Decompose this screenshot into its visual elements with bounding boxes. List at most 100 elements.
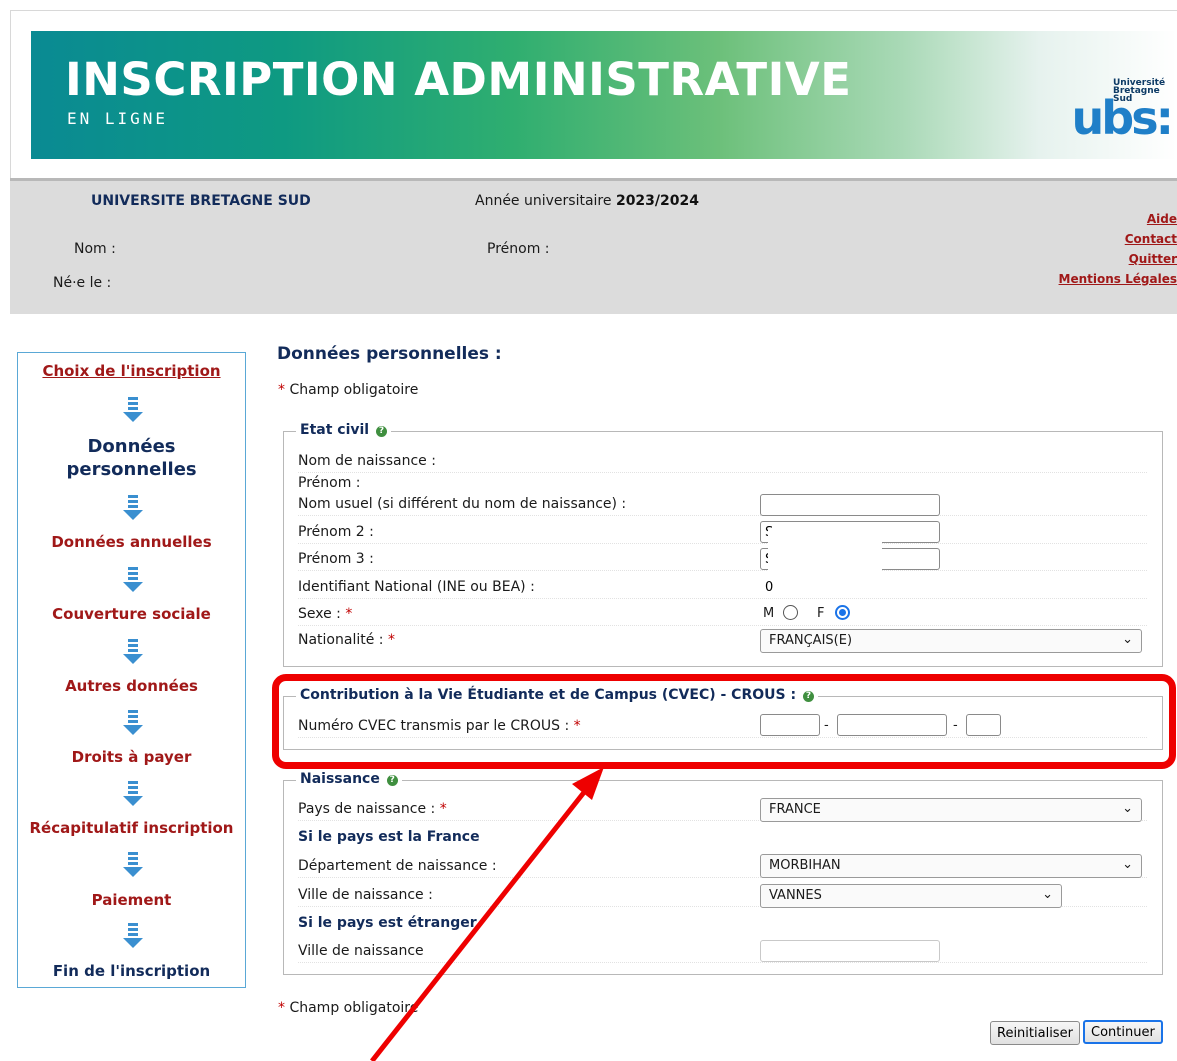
sexe-label: Sexe : * xyxy=(298,606,352,622)
link-quitter[interactable]: Quitter xyxy=(1059,249,1177,269)
university-name: UNIVERSITE BRETAGNE SUD xyxy=(91,193,311,209)
step-donnees-personnelles: Données personnelles xyxy=(18,435,245,481)
prenom-field-label: Prénom : xyxy=(298,475,361,491)
link-mentions-legales[interactable]: Mentions Légales xyxy=(1059,269,1177,289)
nationalite-select[interactable]: FRANÇAIS(E) ⌄ xyxy=(760,629,1142,653)
ville-etranger-input[interactable] xyxy=(760,940,940,962)
top-rule xyxy=(10,10,1177,11)
step-fin-inscription: Fin de l'inscription xyxy=(52,962,211,980)
nom-label: Nom : xyxy=(74,241,116,257)
steps-nav: Choix de l'inscription Données personnel… xyxy=(17,352,246,988)
ine-label: Identifiant National (INE ou BEA) : xyxy=(298,579,535,595)
chevron-down-icon: ⌄ xyxy=(1122,632,1133,647)
pays-select[interactable]: FRANCE ⌄ xyxy=(760,798,1142,822)
required-asterisk: * xyxy=(278,1000,285,1016)
row-ine: Identifiant National (INE ou BEA) : xyxy=(298,579,1147,599)
sexe-m-label: M xyxy=(763,606,775,621)
link-contact[interactable]: Contact xyxy=(1059,229,1177,249)
sexe-f-radio[interactable] xyxy=(835,605,850,620)
ine-input[interactable] xyxy=(760,576,870,598)
university-logo: Université Bretagne Sud ubs: xyxy=(1031,77,1174,147)
row-prenom: Prénom : xyxy=(298,475,1147,495)
row-nom-naissance: Nom de naissance : xyxy=(298,453,1147,473)
departement-value: MORBIHAN xyxy=(769,858,841,873)
step-donnees-annuelles: Données annuelles xyxy=(51,533,212,551)
prenom3-label: Prénom 3 : xyxy=(298,551,374,567)
ville-label: Ville de naissance : xyxy=(298,887,433,903)
down-arrow-icon xyxy=(123,639,143,664)
academic-year: Année universitaire 2023/2024 xyxy=(475,193,699,209)
step-paiement: Paiement xyxy=(91,891,172,909)
birthdate-label: Né·e le : xyxy=(53,275,112,291)
step-recapitulatif: Récapitulatif inscription xyxy=(29,819,234,837)
header-links: Aide Contact Quitter Mentions Légales xyxy=(1059,209,1177,289)
required-asterisk: * xyxy=(387,632,395,648)
row-prenom2: Prénom 2 : xyxy=(298,524,1147,544)
ville-select[interactable]: VANNES ⌄ xyxy=(760,884,1062,908)
row-nom-usuel: Nom usuel (si différent du nom de naissa… xyxy=(298,496,1147,516)
etat-civil-legend-text: Etat civil xyxy=(300,422,370,438)
ville-value: VANNES xyxy=(769,888,822,903)
step-autres-donnees: Autres données xyxy=(65,677,198,695)
row-ville-etranger: Ville de naissance xyxy=(298,943,1147,963)
si-etranger-heading: Si le pays est étranger xyxy=(298,915,477,931)
step-droits-a-payer: Droits à payer xyxy=(71,748,192,766)
annotation-highlight-box xyxy=(272,674,1176,769)
continue-button[interactable]: Continuer xyxy=(1083,1020,1163,1044)
banner-title: INSCRIPTION ADMINISTRATIVE xyxy=(65,53,852,106)
chevron-down-icon: ⌄ xyxy=(1122,801,1133,816)
step-couverture-sociale: Couverture sociale xyxy=(52,605,211,623)
down-arrow-icon xyxy=(123,710,143,735)
down-arrow-icon xyxy=(123,781,143,806)
required-asterisk: * xyxy=(345,606,353,622)
banner-subtitle: EN LIGNE xyxy=(67,109,169,128)
down-arrow-icon xyxy=(123,923,143,948)
nom-usuel-label: Nom usuel (si différent du nom de naissa… xyxy=(298,496,627,512)
help-icon[interactable]: ? xyxy=(375,426,387,437)
down-arrow-icon xyxy=(123,397,143,422)
nationalite-label-text: Nationalité : xyxy=(298,632,384,648)
page-title: Données personnelles : xyxy=(277,344,502,364)
required-note-text: Champ obligatoire xyxy=(289,382,419,398)
link-aide[interactable]: Aide xyxy=(1059,209,1177,229)
help-icon[interactable]: ? xyxy=(386,775,398,786)
pays-label: Pays de naissance : * xyxy=(298,801,447,817)
user-header: UNIVERSITE BRETAGNE SUD Année universita… xyxy=(10,178,1177,314)
departement-label: Département de naissance : xyxy=(298,858,497,874)
academic-year-label: Année universitaire xyxy=(475,193,616,209)
step-current-label: Données personnelles xyxy=(66,436,197,480)
sexe-f-label: F xyxy=(817,606,825,621)
required-note-bottom: * Champ obligatoire xyxy=(278,1000,418,1016)
row-prenom3: Prénom 3 : xyxy=(298,551,1147,571)
nationalite-value: FRANÇAIS(E) xyxy=(769,633,853,648)
reset-button[interactable]: Reinitialiser xyxy=(990,1021,1080,1045)
redaction-mask xyxy=(768,528,882,572)
step-choix-inscription[interactable]: Choix de l'inscription xyxy=(18,362,245,380)
sexe-m-radio[interactable] xyxy=(783,605,798,620)
down-arrow-icon xyxy=(123,495,143,520)
si-france-heading: Si le pays est la France xyxy=(298,829,480,845)
required-asterisk: * xyxy=(439,801,447,817)
required-note: * Champ obligatoire xyxy=(278,382,418,398)
pays-label-text: Pays de naissance : xyxy=(298,801,436,817)
naissance-legend-text: Naissance xyxy=(300,771,380,787)
required-asterisk: * xyxy=(278,382,285,398)
prenom2-label: Prénom 2 : xyxy=(298,524,374,540)
etat-civil-legend: Etat civil ? xyxy=(296,422,391,438)
nom-naissance-label: Nom de naissance : xyxy=(298,453,436,469)
logo-text: ubs: xyxy=(1071,91,1174,145)
row-sexe: Sexe : * xyxy=(298,606,1147,626)
site-banner: INSCRIPTION ADMINISTRATIVE EN LIGNE Univ… xyxy=(31,31,1177,159)
nationalite-label: Nationalité : * xyxy=(298,632,395,648)
down-arrow-icon xyxy=(123,567,143,592)
pays-value: FRANCE xyxy=(769,802,821,817)
academic-year-value: 2023/2024 xyxy=(615,193,699,209)
ville-etranger-label: Ville de naissance xyxy=(298,943,424,959)
chevron-down-icon: ⌄ xyxy=(1042,887,1053,902)
departement-select[interactable]: MORBIHAN ⌄ xyxy=(760,854,1142,878)
chevron-down-icon: ⌄ xyxy=(1122,857,1133,872)
naissance-legend: Naissance ? xyxy=(296,771,402,787)
nom-usuel-input[interactable] xyxy=(760,494,940,516)
required-note-bottom-text: Champ obligatoire xyxy=(289,1000,419,1016)
sexe-label-text: Sexe : xyxy=(298,606,341,622)
